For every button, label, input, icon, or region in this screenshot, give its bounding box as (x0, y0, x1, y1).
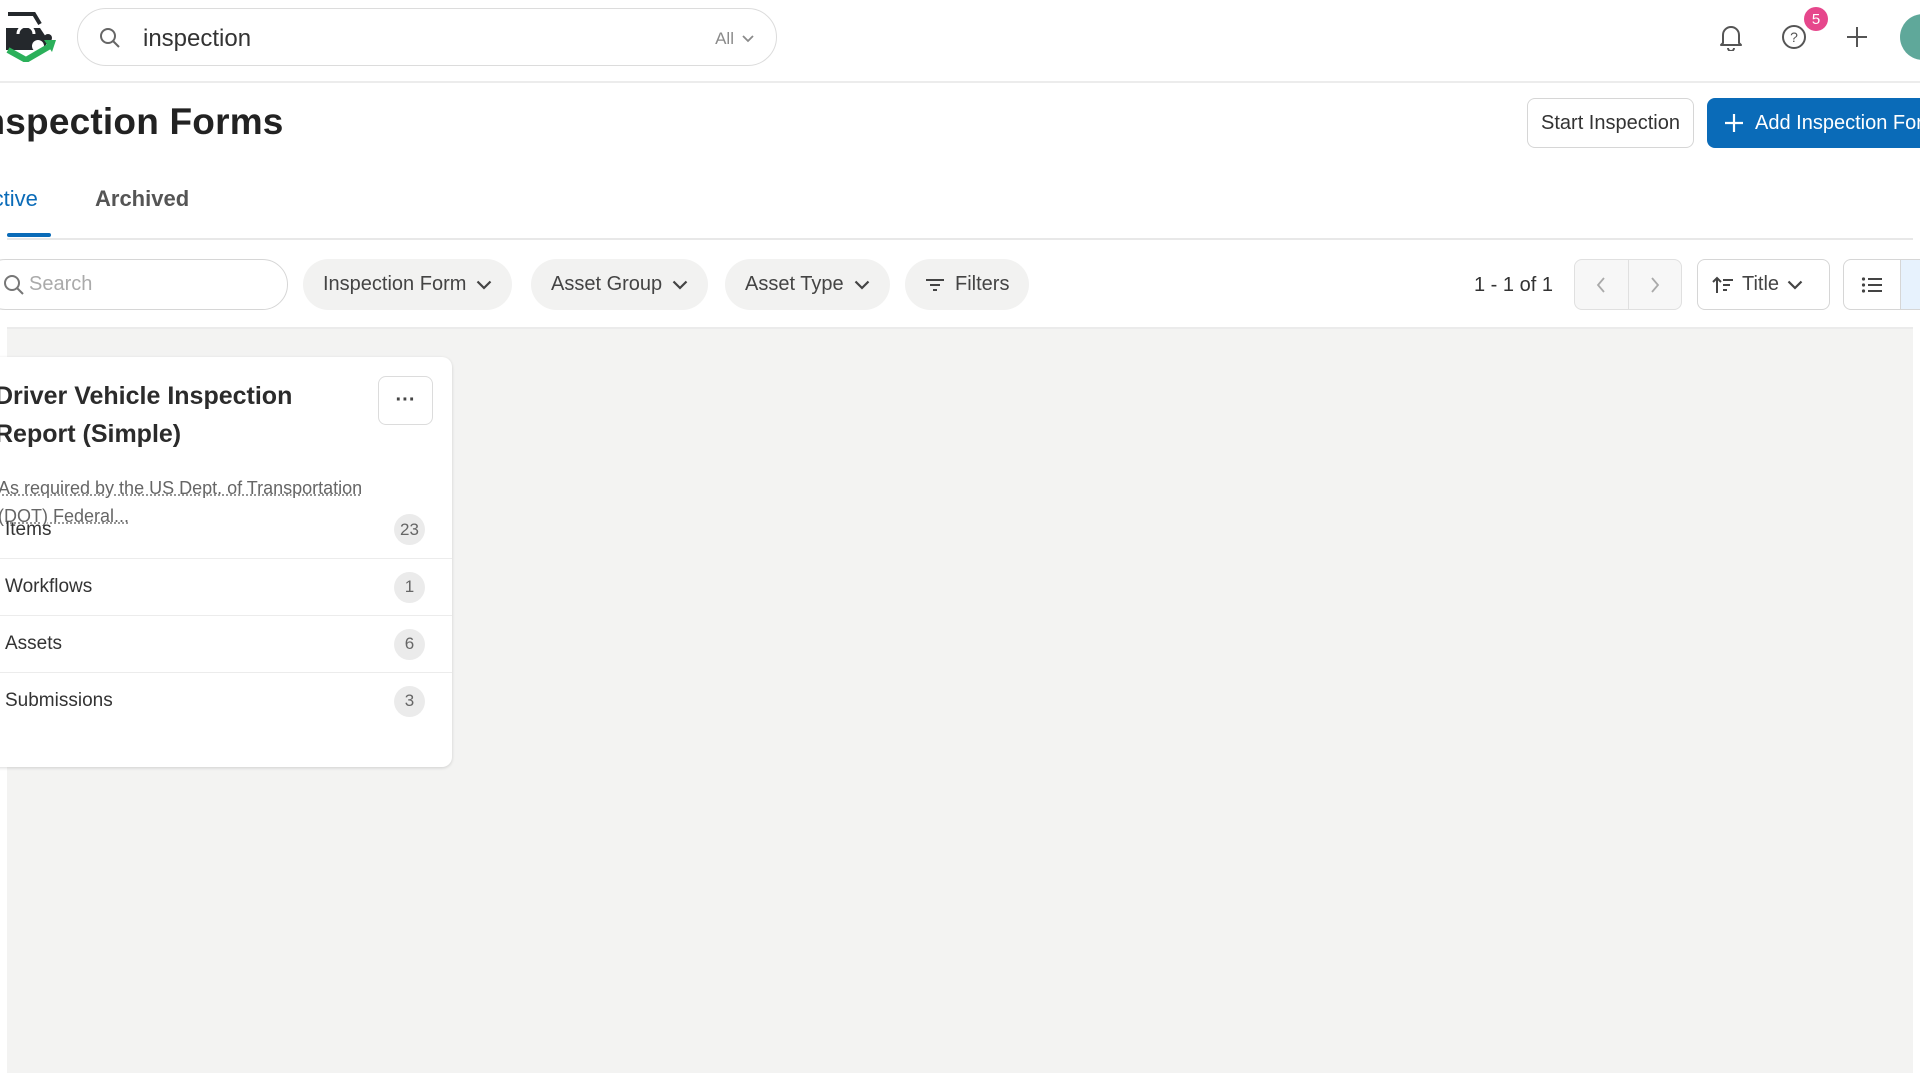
view-toggle (1843, 259, 1920, 310)
chevron-down-icon (1787, 280, 1803, 290)
search-icon (3, 274, 25, 296)
list-search-placeholder: Search (29, 273, 93, 295)
stat-count: 6 (394, 628, 425, 660)
page-title: Inspection Forms (0, 101, 284, 142)
svg-text:?: ? (1790, 29, 1798, 45)
tabs-divider (7, 238, 1913, 240)
global-search-input[interactable]: inspection (143, 25, 251, 53)
start-inspection-label: Start Inspection (1541, 111, 1680, 134)
app-viewport: inspection All ? 5 Inspection Forms Star… (0, 0, 1920, 1080)
add-inspection-form-label: Add Inspection Form (1755, 111, 1920, 134)
list-search-input[interactable]: Search (0, 259, 288, 310)
global-search-bar[interactable]: inspection All (77, 8, 777, 66)
help-badge: 5 (1804, 7, 1828, 31)
add-button[interactable] (1840, 19, 1874, 55)
more-filters-label: Filters (955, 273, 1010, 295)
plus-icon (1847, 27, 1867, 47)
asset-group-filter-label: Asset Group (551, 273, 663, 295)
pagination-status: 1 - 1 of 1 (1474, 274, 1553, 296)
sort-label: Title (1742, 273, 1780, 295)
tab-archived[interactable]: Archived (95, 186, 189, 212)
stat-label: Submissions (5, 690, 113, 711)
pagination-controls (1574, 259, 1682, 310)
ellipsis-icon: ··· (395, 389, 416, 411)
more-options-button[interactable]: ··· (378, 376, 433, 425)
active-tab-indicator (7, 233, 51, 237)
stat-label: Assets (5, 633, 63, 654)
notifications-button[interactable] (1714, 19, 1748, 55)
asset-type-filter[interactable]: Asset Type (725, 259, 890, 310)
sort-ascending-icon (1712, 276, 1733, 293)
chevron-down-icon (672, 280, 688, 290)
chevron-down-icon (477, 280, 492, 290)
user-avatar[interactable] (1900, 14, 1920, 60)
question-circle-icon: ? (1782, 25, 1806, 49)
grid-view-button[interactable] (1900, 260, 1920, 309)
inspection-form-card[interactable]: Driver Vehicle Inspection Report (Simple… (0, 357, 452, 767)
add-inspection-form-button[interactable]: Add Inspection Form (1707, 98, 1920, 148)
card-title[interactable]: Driver Vehicle Inspection Report (Simple… (0, 377, 355, 453)
stat-row-assets[interactable]: Assets 6 (0, 615, 452, 672)
stat-row-workflows[interactable]: Workflows 1 (0, 558, 452, 615)
chevron-left-icon (1597, 276, 1605, 293)
search-scope-dropdown[interactable]: All (715, 29, 754, 49)
stat-label: Items (5, 518, 52, 540)
list-view-button[interactable] (1844, 260, 1900, 309)
more-filters-button[interactable]: Filters (905, 259, 1030, 310)
search-icon (98, 26, 122, 50)
content-area: Driver Vehicle Inspection Report (Simple… (0, 327, 1913, 1073)
stat-count: 1 (394, 571, 425, 603)
top-bar: inspection All ? 5 (0, 0, 1920, 83)
plus-icon (1725, 114, 1743, 132)
inspection-form-filter-label: Inspection Form (323, 273, 467, 295)
previous-page-button[interactable] (1575, 260, 1629, 309)
stat-row-submissions[interactable]: Submissions 3 (0, 672, 452, 729)
asset-type-filter-label: Asset Type (745, 273, 844, 295)
stat-count: 23 (394, 514, 425, 545)
next-page-button[interactable] (1629, 260, 1682, 309)
search-scope-label: All (715, 29, 734, 48)
start-inspection-button[interactable]: Start Inspection (1527, 98, 1694, 148)
chevron-down-icon (854, 280, 869, 290)
asset-group-filter[interactable]: Asset Group (531, 259, 709, 310)
inspection-form-filter[interactable]: Inspection Form (303, 259, 513, 310)
sort-dropdown[interactable]: Title (1697, 259, 1830, 310)
stat-label: Workflows (5, 576, 93, 597)
fleet-logo-icon[interactable] (4, 12, 58, 64)
bell-icon (1720, 26, 1742, 51)
chevron-right-icon (1651, 276, 1659, 293)
stat-row-items[interactable]: Items 23 (0, 501, 452, 558)
tab-active[interactable]: Active (0, 186, 38, 212)
stat-count: 3 (394, 685, 425, 717)
filter-icon (926, 278, 944, 291)
chevron-down-icon (742, 35, 754, 43)
list-icon (1861, 276, 1882, 293)
